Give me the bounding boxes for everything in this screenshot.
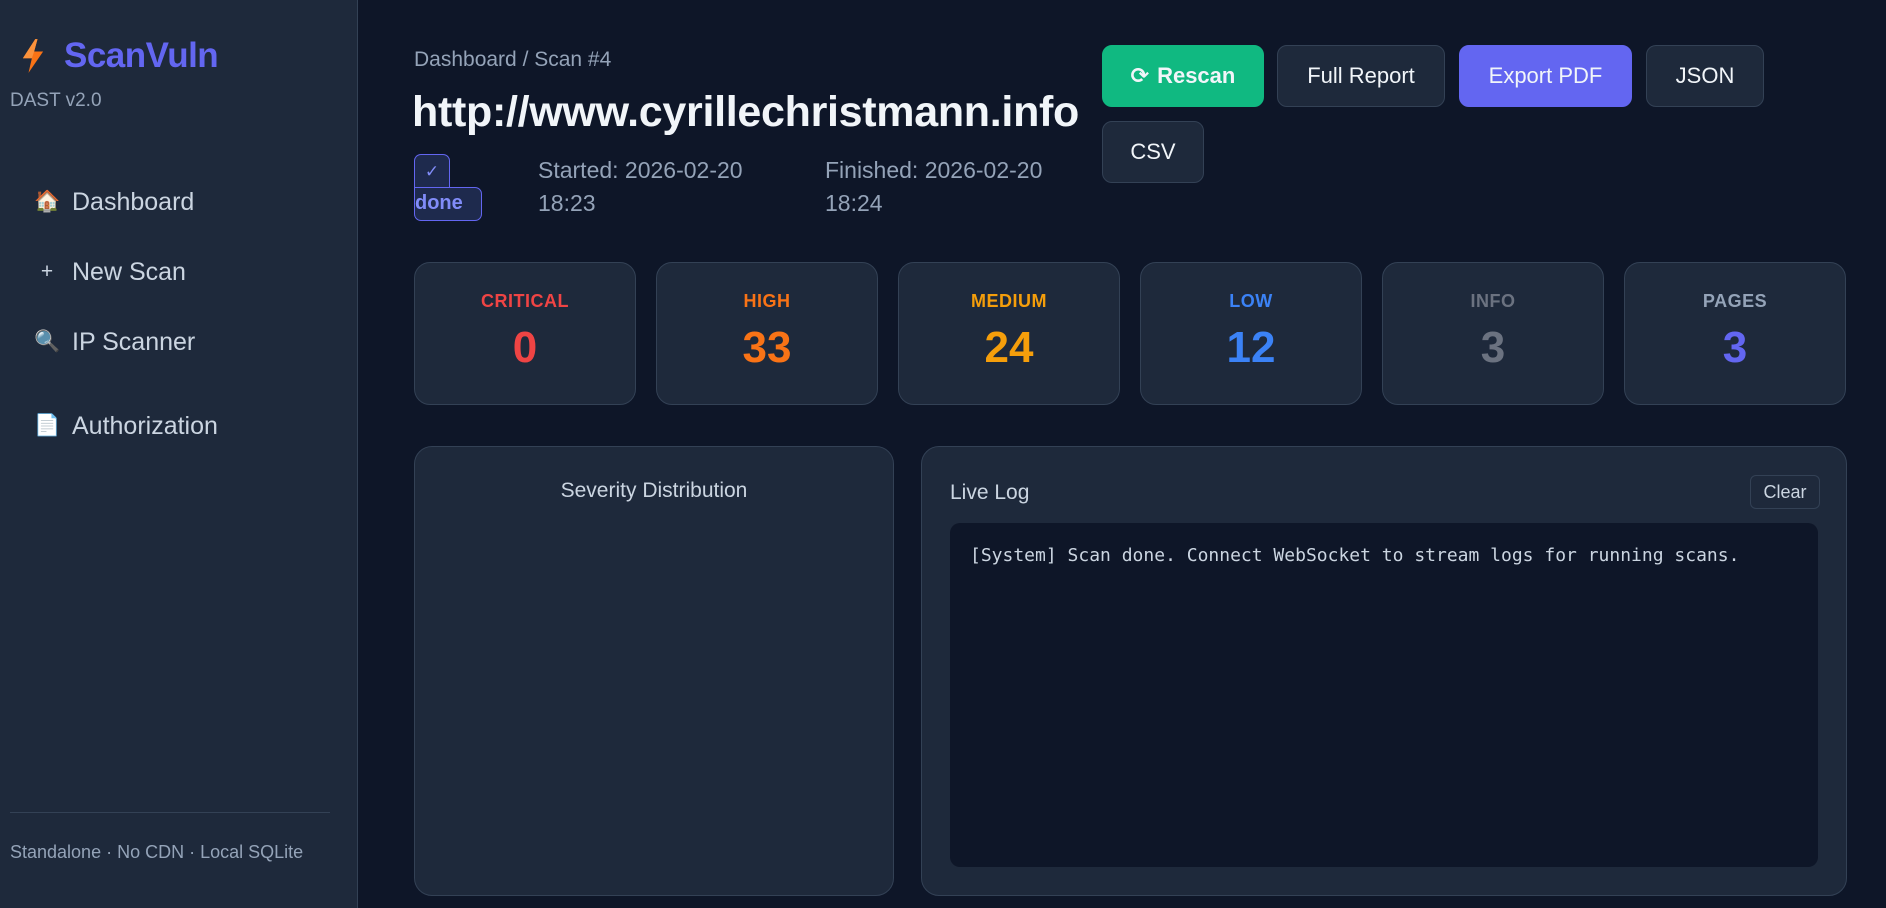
log-line: [System] Scan done. Connect WebSocket to… xyxy=(970,545,1740,566)
rescan-label: Rescan xyxy=(1157,63,1236,88)
refresh-icon: ⟳ xyxy=(1130,63,1150,88)
stat-card-high: HIGH 33 xyxy=(656,262,878,405)
stat-label: CRITICAL xyxy=(481,291,569,311)
panel-title: Severity Distribution xyxy=(560,479,748,502)
document-icon: 📄 xyxy=(34,414,61,437)
export-pdf-button[interactable]: Export PDF xyxy=(1459,45,1632,107)
check-icon: ✓ xyxy=(414,154,450,188)
brand-name: ScanVuln xyxy=(64,36,219,75)
stat-value: 12 xyxy=(1226,323,1276,372)
stat-value: 0 xyxy=(512,323,538,372)
sidebar-footer: Standalone · No CDN · Local SQLite xyxy=(10,842,304,862)
sidebar-item-dashboard[interactable]: 🏠 Dashboard xyxy=(34,182,194,222)
sidebar: ScanVuln DAST v2.0 🏠 Dashboard + New Sca… xyxy=(0,0,358,908)
stat-label: LOW xyxy=(1229,291,1273,311)
full-report-button[interactable]: Full Report xyxy=(1277,45,1445,107)
stat-label: PAGES xyxy=(1702,291,1768,311)
plus-icon: + xyxy=(40,260,54,283)
stat-card-pages: PAGES 3 xyxy=(1624,262,1846,405)
sidebar-item-label: Dashboard xyxy=(72,187,195,216)
sidebar-divider xyxy=(10,812,330,813)
stat-value: 33 xyxy=(742,323,792,372)
brand[interactable]: ScanVuln xyxy=(18,36,219,76)
sidebar-item-authorization[interactable]: 📄 Authorization xyxy=(34,406,218,446)
magnifier-icon: 🔍 xyxy=(34,330,61,353)
stat-card-low: LOW 12 xyxy=(1140,262,1362,405)
severity-distribution-panel: Severity Distribution xyxy=(414,446,894,896)
page-title: http://www.cyrillechristmann.info xyxy=(412,88,1080,136)
sidebar-item-label: Authorization xyxy=(72,411,218,440)
sidebar-item-ip-scanner[interactable]: 🔍 IP Scanner xyxy=(34,322,195,362)
clear-log-button[interactable]: Clear xyxy=(1750,475,1820,509)
sidebar-item-label: New Scan xyxy=(72,257,186,286)
status-badge: ✓ done xyxy=(414,154,482,222)
stat-value: 24 xyxy=(984,323,1034,372)
panel-title: Live Log xyxy=(950,481,1030,504)
finished-time: Finished: 2026-02-20 18:24 xyxy=(825,157,1043,216)
stat-card-critical: CRITICAL 0 xyxy=(414,262,636,405)
live-log-panel: Live Log Clear [System] Scan done. Conne… xyxy=(921,446,1847,896)
export-csv-button[interactable]: CSV xyxy=(1102,121,1204,183)
stat-label: HIGH xyxy=(743,291,791,311)
stat-card-medium: MEDIUM 24 xyxy=(898,262,1120,405)
status-text: done xyxy=(414,187,482,221)
breadcrumb: Dashboard / Scan #4 xyxy=(414,48,612,71)
stat-label: INFO xyxy=(1470,291,1516,311)
stat-value: 3 xyxy=(1722,323,1748,372)
stat-value: 3 xyxy=(1480,323,1506,372)
rescan-button[interactable]: ⟳ Rescan xyxy=(1102,45,1264,107)
stat-label: MEDIUM xyxy=(971,291,1047,311)
log-output[interactable]: [System] Scan done. Connect WebSocket to… xyxy=(950,523,1818,867)
sidebar-item-new-scan[interactable]: + New Scan xyxy=(34,252,186,292)
export-json-button[interactable]: JSON xyxy=(1646,45,1764,107)
stat-card-info: INFO 3 xyxy=(1382,262,1604,405)
started-time: Started: 2026-02-20 18:23 xyxy=(538,157,743,216)
sidebar-item-label: IP Scanner xyxy=(72,327,196,356)
house-icon: 🏠 xyxy=(34,190,61,213)
brand-version: DAST v2.0 xyxy=(10,90,102,111)
lightning-bolt-icon xyxy=(22,39,44,73)
